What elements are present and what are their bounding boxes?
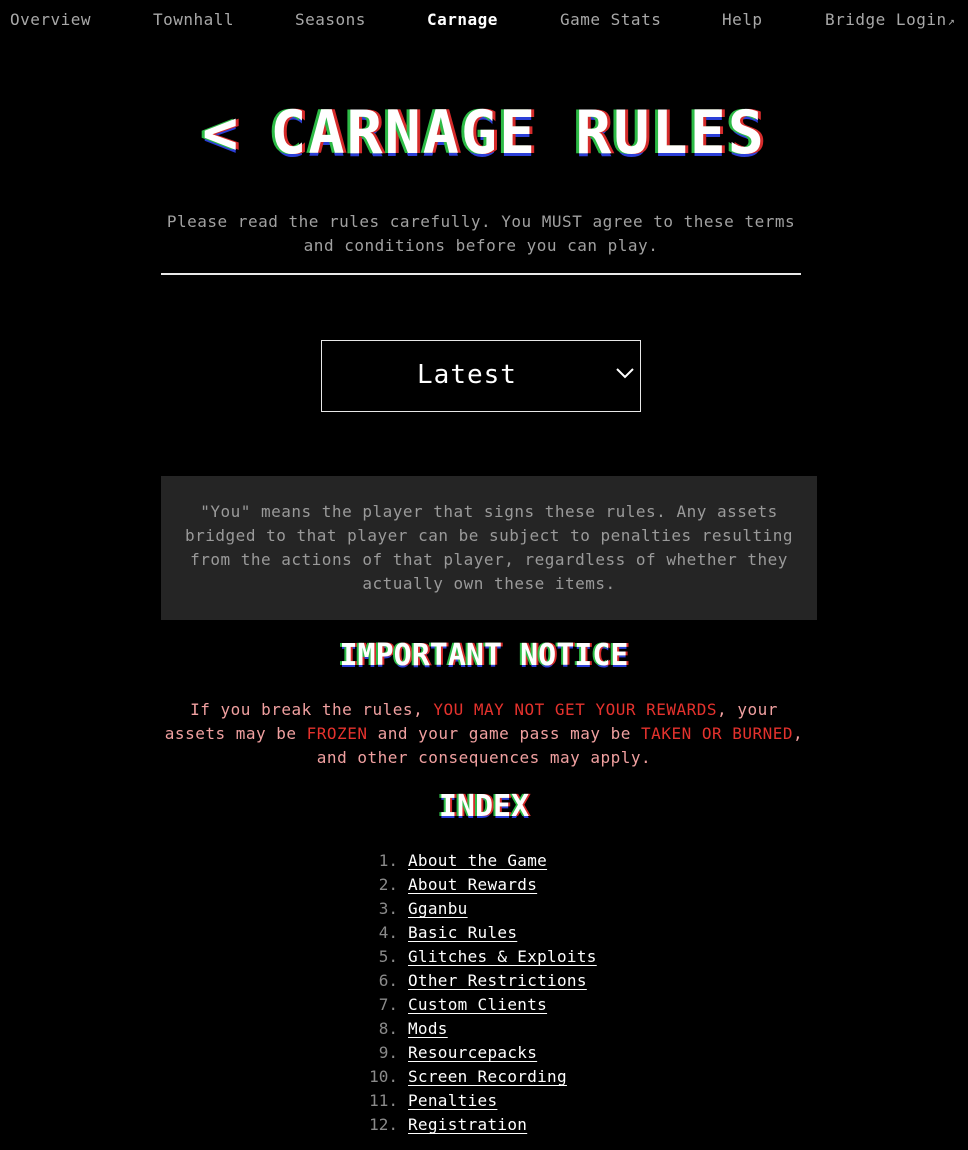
index-item: 5. Glitches & Exploits bbox=[350, 945, 597, 969]
intro-text: Please read the rules carefully. You MUS… bbox=[166, 212, 796, 255]
chevron-down-icon bbox=[616, 368, 634, 379]
nav-carnage[interactable]: Carnage bbox=[427, 10, 498, 29]
notice-highlight-taken: TAKEN OR BURNED bbox=[641, 724, 794, 743]
page-title-text: CARNAGE RULES bbox=[270, 98, 766, 168]
index-number: 10. bbox=[369, 1067, 398, 1086]
definition-text: "You" means the player that signs these … bbox=[185, 502, 793, 593]
index-link-basic-rules[interactable]: Basic Rules bbox=[408, 923, 517, 942]
index-item: 4. Basic Rules bbox=[350, 921, 597, 945]
index-item: 2. About Rewards bbox=[350, 873, 597, 897]
notice-text: If you break the rules, YOU MAY NOT GET … bbox=[161, 698, 807, 770]
notice-part-1: If you break the rules, bbox=[190, 700, 434, 719]
index-number: 12. bbox=[369, 1115, 398, 1134]
index-number: 1. bbox=[378, 851, 398, 870]
index-item: 7. Custom Clients bbox=[350, 993, 597, 1017]
index-number: 2. bbox=[378, 875, 398, 894]
back-arrow-icon[interactable]: < bbox=[202, 98, 240, 168]
index-item: 3. Gganbu bbox=[350, 897, 597, 921]
index-link-about-the-game[interactable]: About the Game bbox=[408, 851, 547, 870]
top-nav: Overview Townhall Seasons Carnage Game S… bbox=[0, 0, 968, 42]
index-link-custom-clients[interactable]: Custom Clients bbox=[408, 995, 547, 1014]
notice-highlight-frozen: FROZEN bbox=[306, 724, 368, 743]
notice-highlight-rewards: YOU MAY NOT GET YOUR REWARDS bbox=[433, 700, 718, 719]
nav-townhall[interactable]: Townhall bbox=[153, 10, 234, 29]
index-link-resourcepacks[interactable]: Resourcepacks bbox=[408, 1043, 537, 1062]
index-link-other-restrictions[interactable]: Other Restrictions bbox=[408, 971, 587, 990]
page-title: < CARNAGE RULES bbox=[0, 98, 968, 168]
nav-bridge-login[interactable]: Bridge Login↗ bbox=[825, 10, 955, 29]
index-heading: INDEX bbox=[438, 789, 530, 824]
index-item: 9. Resourcepacks bbox=[350, 1041, 597, 1065]
index-link-about-rewards[interactable]: About Rewards bbox=[408, 875, 537, 894]
index-number: 7. bbox=[378, 995, 398, 1014]
version-select-value: Latest bbox=[417, 360, 517, 390]
external-link-icon: ↗ bbox=[947, 14, 956, 28]
index-link-gganbu[interactable]: Gganbu bbox=[408, 899, 468, 918]
index-item: 8. Mods bbox=[350, 1017, 597, 1041]
nav-overview[interactable]: Overview bbox=[10, 10, 91, 29]
index-item: 12. Registration bbox=[350, 1113, 597, 1137]
index-link-glitches-exploits[interactable]: Glitches & Exploits bbox=[408, 947, 597, 966]
version-select[interactable]: Latest bbox=[321, 340, 641, 412]
index-item: 1. About the Game bbox=[350, 849, 597, 873]
index-link-mods[interactable]: Mods bbox=[408, 1019, 448, 1038]
index-number: 9. bbox=[378, 1043, 398, 1062]
index-item: 11. Penalties bbox=[350, 1089, 597, 1113]
index-link-screen-recording[interactable]: Screen Recording bbox=[408, 1067, 567, 1086]
index-item: 10. Screen Recording bbox=[350, 1065, 597, 1089]
divider bbox=[161, 273, 801, 275]
index-number: 6. bbox=[378, 971, 398, 990]
index-list: 1. About the Game 2. About Rewards 3. Gganb… bbox=[350, 849, 597, 1137]
notice-part-3: and your game pass may be bbox=[367, 724, 642, 743]
important-notice-heading: IMPORTANT NOTICE bbox=[339, 638, 629, 673]
index-number: 5. bbox=[378, 947, 398, 966]
nav-game-stats[interactable]: Game Stats bbox=[560, 10, 661, 29]
index-link-registration[interactable]: Registration bbox=[408, 1115, 527, 1134]
index-item: 6. Other Restrictions bbox=[350, 969, 597, 993]
index-number: 11. bbox=[369, 1091, 398, 1110]
definition-box: "You" means the player that signs these … bbox=[161, 476, 817, 620]
index-number: 4. bbox=[378, 923, 398, 942]
nav-bridge-login-label: Bridge Login bbox=[825, 10, 947, 29]
nav-seasons[interactable]: Seasons bbox=[295, 10, 366, 29]
nav-help[interactable]: Help bbox=[722, 10, 763, 29]
index-link-penalties[interactable]: Penalties bbox=[408, 1091, 497, 1110]
index-number: 8. bbox=[378, 1019, 398, 1038]
index-number: 3. bbox=[378, 899, 398, 918]
